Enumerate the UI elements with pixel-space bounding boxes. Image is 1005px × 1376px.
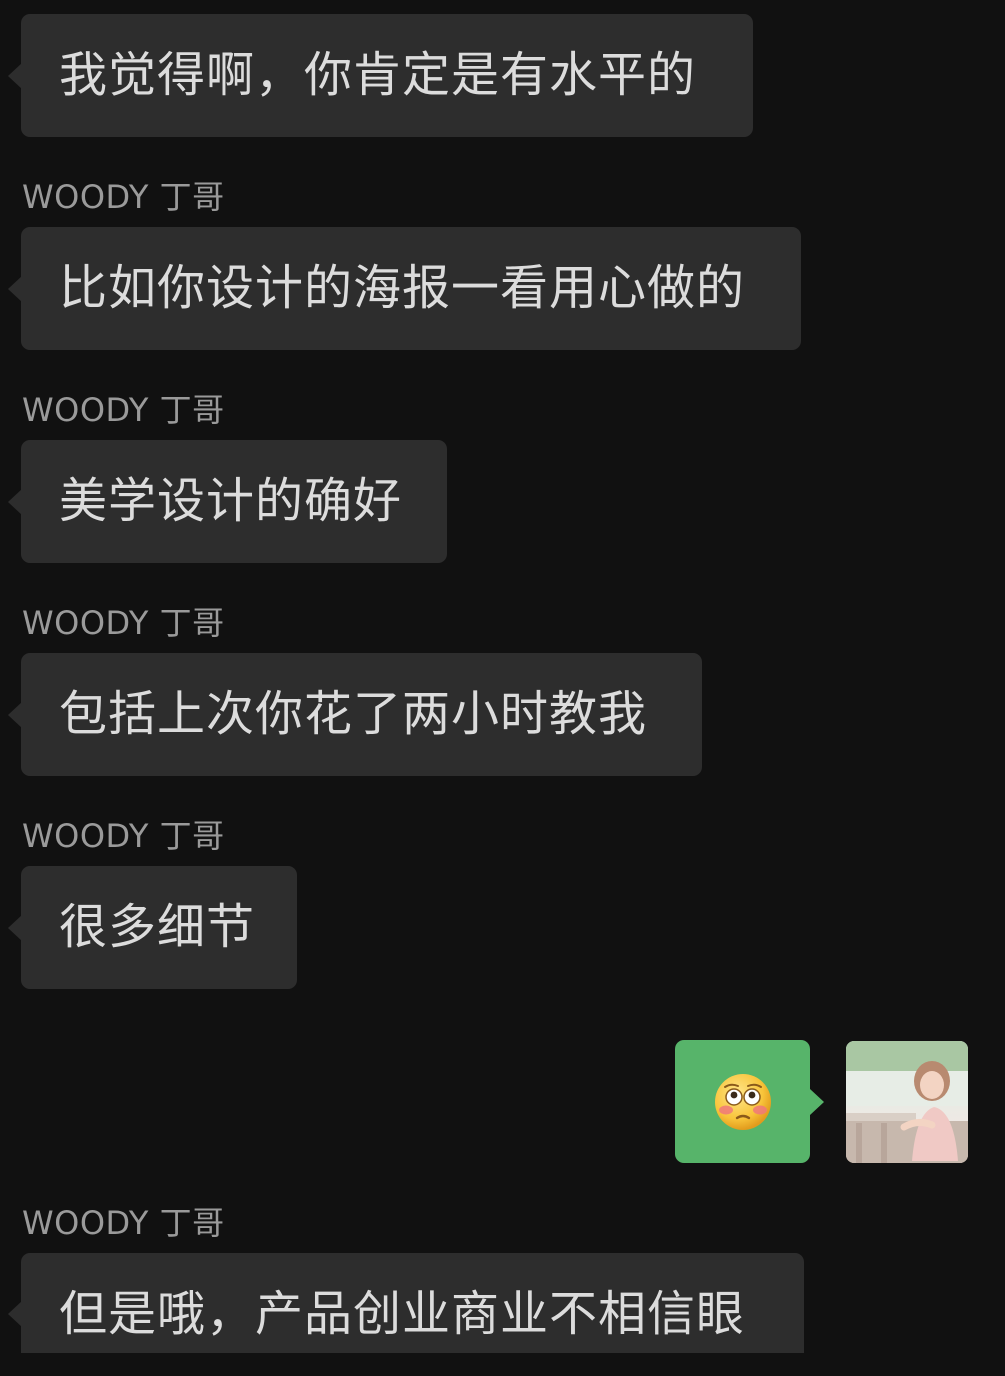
sender-name[interactable]: WOODY 丁哥 [22, 603, 225, 643]
incoming-message-bubble[interactable]: 比如你设计的海报一看用心做的 [8, 227, 801, 350]
sender-name[interactable]: WOODY 丁哥 [22, 390, 225, 430]
user-avatar[interactable] [846, 1041, 968, 1163]
sender-name[interactable]: WOODY 丁哥 [22, 177, 225, 217]
incoming-message-bubble[interactable]: 我觉得啊，你肯定是有水平的 [8, 14, 753, 137]
user-avatar-photo-icon [846, 1041, 968, 1163]
message-text: 我觉得啊，你肯定是有水平的 [59, 47, 697, 103]
sender-name[interactable]: WOODY 丁哥 [22, 816, 225, 856]
incoming-message-bubble[interactable]: 很多细节 [8, 866, 297, 989]
incoming-message-bubble[interactable]: 美学设计的确好 [8, 440, 447, 563]
message-text: 很多细节 [59, 899, 256, 955]
chat-thread: 我觉得啊，你肯定是有水平的 WOODY 丁哥 比如你设计的海报一看用心做的 WO… [0, 0, 1005, 1353]
message-text: 比如你设计的海报一看用心做的 [59, 260, 746, 316]
flushed-face-icon [714, 1073, 771, 1130]
message-text: 包括上次你花了两小时教我 [59, 686, 648, 742]
incoming-message-bubble[interactable]: 但是哦，产品创业商业不相信眼 [8, 1253, 804, 1353]
message-text: 美学设计的确好 [59, 473, 403, 529]
outgoing-message-bubble[interactable] [675, 1040, 824, 1163]
incoming-message-bubble[interactable]: 包括上次你花了两小时教我 [8, 653, 702, 776]
message-text: 但是哦，产品创业商业不相信眼 [59, 1286, 746, 1342]
sender-name[interactable]: WOODY 丁哥 [22, 1203, 225, 1243]
